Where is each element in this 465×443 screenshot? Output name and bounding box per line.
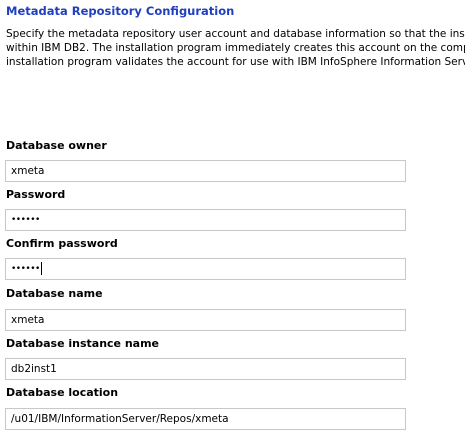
- database-location-value: /u01/IBM/InformationServer/Repos/xmeta: [11, 413, 229, 425]
- database-location-label: Database location: [6, 386, 119, 399]
- database-instance-name-label: Database instance name: [6, 337, 160, 350]
- password-label: Password: [6, 188, 66, 201]
- database-instance-name-input[interactable]: db2inst1: [5, 358, 406, 380]
- page-title: Metadata Repository Configuration: [6, 4, 235, 18]
- password-value: ••••••: [11, 215, 40, 225]
- database-location-input[interactable]: /u01/IBM/InformationServer/Repos/xmeta: [5, 408, 406, 430]
- confirm-password-input[interactable]: ••••••: [5, 258, 406, 280]
- description-line-3: installation program validates the accou…: [6, 56, 465, 68]
- database-owner-input[interactable]: xmeta: [5, 160, 406, 182]
- database-name-input[interactable]: xmeta: [5, 309, 406, 331]
- description-line-1: Specify the metadata repository user acc…: [6, 28, 465, 40]
- database-name-value: xmeta: [11, 314, 45, 326]
- database-owner-label: Database owner: [6, 139, 107, 152]
- database-owner-value: xmeta: [11, 165, 45, 177]
- database-instance-name-value: db2inst1: [11, 363, 57, 375]
- password-input[interactable]: ••••••: [5, 209, 406, 231]
- confirm-password-label: Confirm password: [6, 237, 118, 250]
- description: Specify the metadata repository user acc…: [6, 27, 465, 69]
- text-caret: [40, 262, 42, 275]
- database-name-label: Database name: [6, 287, 103, 300]
- description-line-2: within IBM DB2. The installation program…: [6, 42, 465, 54]
- confirm-password-value: ••••••: [11, 264, 40, 274]
